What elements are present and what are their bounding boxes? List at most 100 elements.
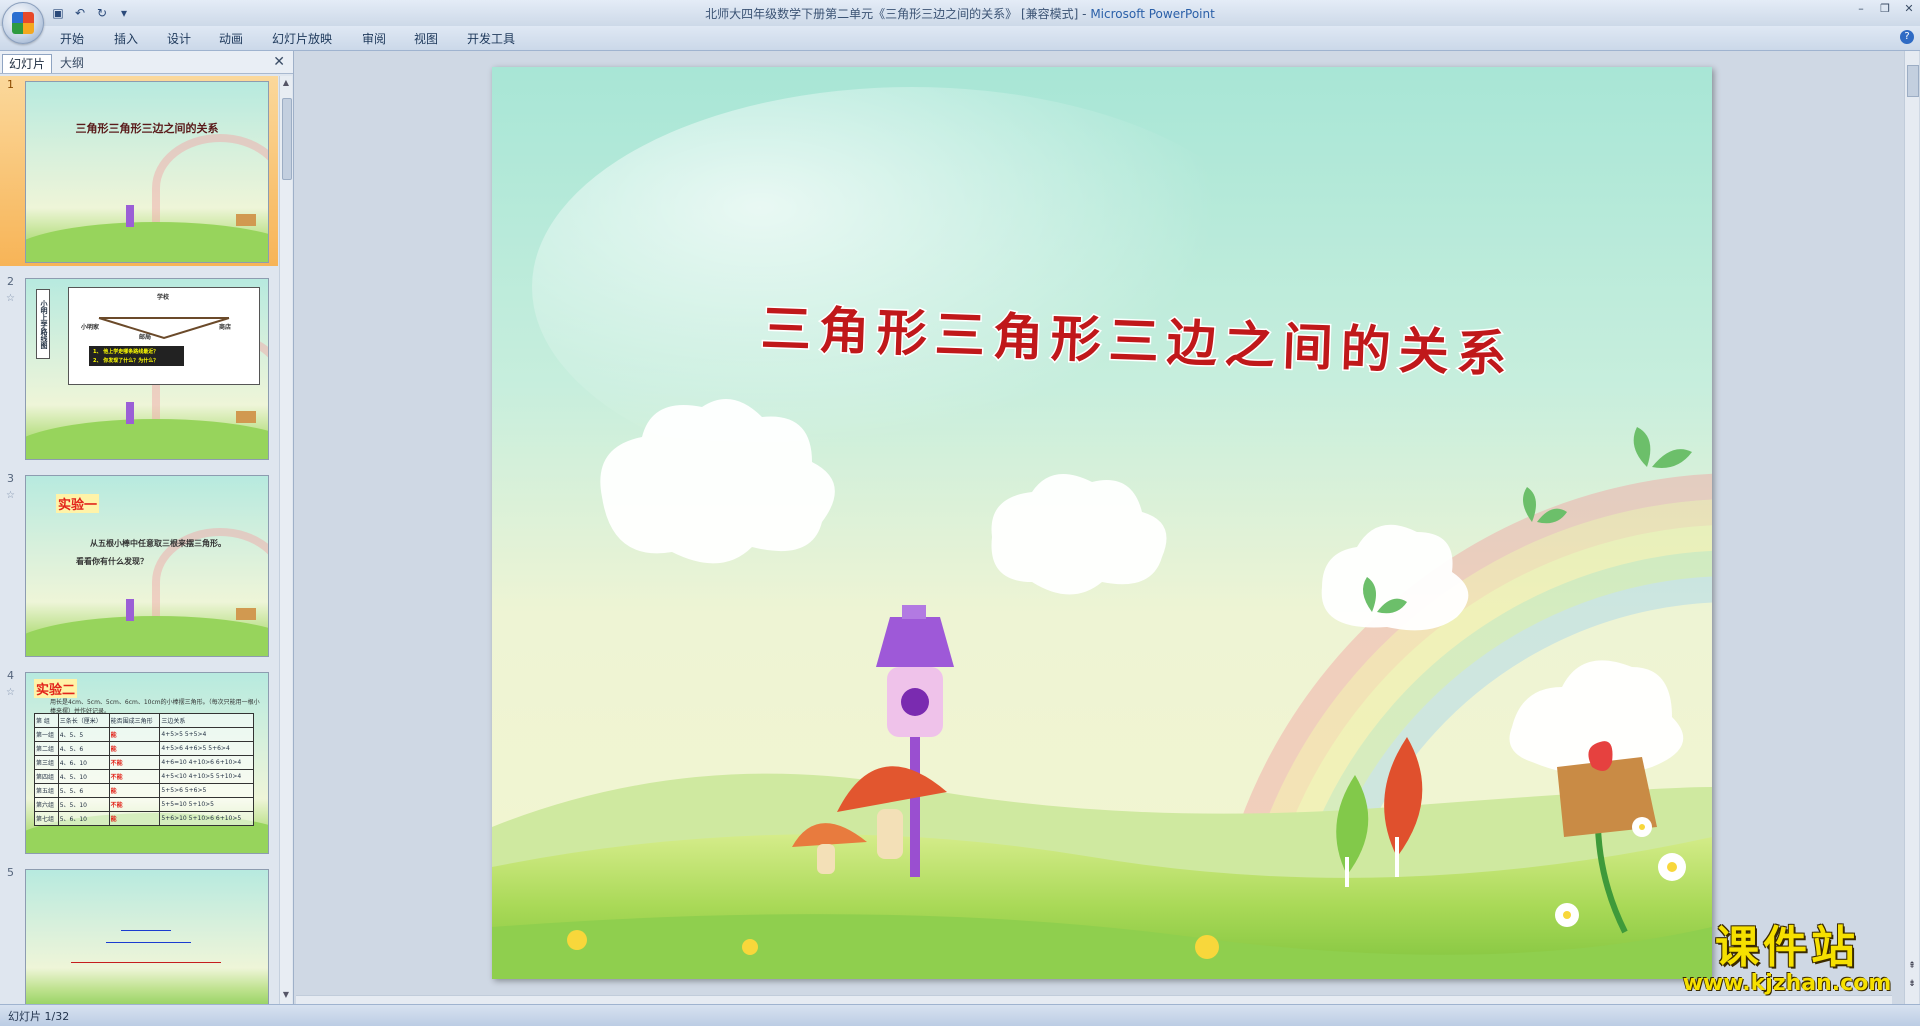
tab-slides[interactable]: 幻灯片 (2, 54, 53, 73)
table-cell: 能 (108, 783, 161, 798)
slide-number: 4 (7, 669, 14, 682)
experiment-line-2: 看看你有什么发现？ (76, 557, 148, 566)
slide-thumbnail-4[interactable]: 4 ☆ 实验二 用长是4cm、5cm、5cm、6cm、10cm的小棒摆三角形。（… (0, 667, 278, 857)
table-cell: 第四组 (34, 769, 59, 784)
tab-outline[interactable]: 大纲 (54, 54, 90, 72)
hill-graphic (26, 616, 268, 656)
table-cell: 不能 (108, 755, 161, 770)
sign-graphic (236, 411, 256, 423)
current-slide[interactable]: 三角形三角形三边之间的关系 (492, 67, 1712, 979)
table-cell: 4、5、10 (57, 769, 110, 784)
scroll-up-icon[interactable]: ▲ (280, 78, 292, 90)
table-cell: 第一组 (34, 727, 59, 742)
route-map-lines (89, 317, 230, 366)
next-slide-icon[interactable]: ⇟ (1906, 979, 1918, 989)
table-cell: 5、5、10 (57, 797, 110, 812)
question-1: 1、 他上学走哪条路线最近？ (93, 349, 159, 355)
table-header-row: 第 组三条长（厘米） 能否围成三角形 三边关系 (34, 713, 254, 728)
table-row: 第五组 5、5、6 能 5+5>6 5+6>5 (34, 783, 254, 798)
table-cell: 第 组 (34, 713, 59, 728)
thumbnail-image: 小明上学路线图 学校 邮局 小明家 商店 1、 他上学走哪条路线最近？ 2、 你… (25, 278, 269, 460)
table-cell: 不能 (108, 769, 161, 784)
window-title: 北师大四年级数学下册第二单元《三角形三边之间的关系》 [兼容模式] - Micr… (0, 5, 1920, 22)
tab-review[interactable]: 审阅 (362, 30, 386, 47)
document-title: 北师大四年级数学下册第二单元《三角形三边之间的关系》 [兼容模式] - (705, 7, 1091, 21)
tab-home[interactable]: 开始 (60, 30, 84, 47)
title-bar: ▣ ↶ ↻ ▾ 北师大四年级数学下册第二单元《三角形三边之间的关系》 [兼容模式… (0, 0, 1920, 44)
tab-developer[interactable]: 开发工具 (467, 30, 515, 47)
table-cell: 4+5>5 5+5>4 (159, 727, 254, 742)
table-cell: 4、5、6 (57, 741, 110, 756)
close-button[interactable]: ✕ (1902, 2, 1916, 15)
tab-insert[interactable]: 插入 (114, 30, 138, 47)
table-cell: 能 (108, 727, 161, 742)
table-cell: 4+5>6 4+6>5 5+6>4 (159, 741, 254, 756)
slide-thumbnail-5[interactable]: 5 (0, 864, 278, 1004)
watermark-url: www.kjzhan.com (1682, 971, 1892, 996)
table-cell: 第七组 (34, 811, 59, 826)
tab-slideshow[interactable]: 幻灯片放映 (272, 30, 332, 47)
slide-thumbnails: 1 三角形三角形三边之间的关系 2 ☆ 小明上学路线图 学校 邮局 小明家 商店… (0, 76, 278, 1004)
tab-view[interactable]: 视图 (414, 30, 438, 47)
table-cell: 第六组 (34, 797, 59, 812)
table-cell: 三条长（厘米） (57, 713, 110, 728)
experiment-heading: 实验二 (34, 679, 78, 698)
sign-graphic (236, 608, 256, 620)
table-row: 第四组 4、5、10 不能 4+5<10 4+10>5 5+10>4 (34, 769, 254, 784)
thumbnails-scrollbar[interactable]: ▲ ▼ (279, 76, 292, 1004)
table-cell: 能 (108, 741, 161, 756)
table-cell: 5+6>10 5+10>6 6+10>5 (159, 811, 254, 826)
place-school: 学校 (157, 294, 170, 301)
side-label: 小明上学路线图 (36, 289, 50, 359)
tab-design[interactable]: 设计 (167, 30, 191, 47)
tab-animation[interactable]: 动画 (219, 30, 243, 47)
watermark-main: 课件站 (1715, 922, 1859, 973)
thumbnail-image: 实验二 用长是4cm、5cm、5cm、6cm、10cm的小棒摆三角形。（每次只能… (25, 672, 269, 854)
office-button[interactable] (2, 2, 44, 44)
place-home: 小明家 (81, 324, 100, 331)
prev-slide-icon[interactable]: ⇞ (1906, 961, 1918, 971)
table-row: 第七组 5、6、10 能 5+6>10 5+10>6 6+10>5 (34, 811, 254, 826)
place-post: 邮局 (139, 334, 152, 341)
red-line (71, 962, 221, 963)
thumbnail-image: 实验一 从五根小棒中任意取三根来摆三角形。 看看你有什么发现？ (25, 475, 269, 657)
thumbnail-title: 三角形三角形三边之间的关系 (75, 122, 219, 135)
table-cell: 4+6=10 4+10>6 6+10>4 (159, 755, 254, 770)
minimize-button[interactable]: – (1854, 2, 1868, 15)
table-row: 第一组 4、5、5 能 4+5>5 5+5>4 (34, 727, 254, 742)
slide-number: 5 (7, 866, 14, 879)
table-cell: 5+5>6 5+6>5 (159, 783, 254, 798)
scroll-thumb[interactable] (1907, 65, 1919, 97)
table-row: 第六组 5、5、10 不能 5+5=10 5+10>5 (34, 797, 254, 812)
experiment-line-1: 从五根小棒中任意取三根来摆三角形。 (90, 539, 226, 548)
app-name: Microsoft PowerPoint (1090, 7, 1215, 21)
table-cell: 5+5=10 5+10>5 (159, 797, 254, 812)
animation-star-icon: ☆ (6, 293, 15, 304)
restore-button[interactable]: ❐ (1878, 2, 1892, 15)
table-row: 第二组 4、5、6 能 4+5>6 4+6>5 5+6>4 (34, 741, 254, 756)
help-icon[interactable]: ? (1900, 30, 1914, 44)
pane-tabs: 幻灯片 大纲 ✕ (0, 51, 293, 74)
table-cell: 5、6、10 (57, 811, 110, 826)
slide-thumbnail-1[interactable]: 1 三角形三角形三边之间的关系 (0, 76, 278, 266)
route-map: 学校 邮局 小明家 商店 1、 他上学走哪条路线最近？ 2、 你发现了什么？为什… (68, 287, 260, 385)
scroll-down-icon[interactable]: ▼ (280, 990, 292, 1002)
blue-line (121, 930, 171, 931)
house-graphic (126, 402, 134, 424)
slide-number: 3 (7, 472, 14, 485)
place-shop: 商店 (219, 324, 232, 331)
slide-thumbnail-2[interactable]: 2 ☆ 小明上学路线图 学校 邮局 小明家 商店 1、 他上学走哪条路线最近？ … (0, 273, 278, 463)
house-graphic (126, 205, 134, 227)
table-cell: 第二组 (34, 741, 59, 756)
experiment-heading: 实验一 (56, 494, 100, 513)
slides-pane: 幻灯片 大纲 ✕ 1 三角形三角形三边之间的关系 2 ☆ 小明上学路线图 学校 … (0, 51, 294, 1004)
close-pane-icon[interactable]: ✕ (273, 54, 285, 70)
table-cell: 4、5、5 (57, 727, 110, 742)
scroll-thumb[interactable] (282, 98, 292, 180)
ribbon-tabs: 开始 插入 设计 动画 幻灯片放映 审阅 视图 开发工具 ? (0, 26, 1920, 51)
slide-scrollbar[interactable]: ⇞ ⇟ (1904, 51, 1919, 1004)
table-cell: 三边关系 (159, 713, 254, 728)
table-cell: 4、6、10 (57, 755, 110, 770)
slide-thumbnail-3[interactable]: 3 ☆ 实验一 从五根小棒中任意取三根来摆三角形。 看看你有什么发现？ (0, 470, 278, 660)
animation-star-icon: ☆ (6, 490, 15, 501)
